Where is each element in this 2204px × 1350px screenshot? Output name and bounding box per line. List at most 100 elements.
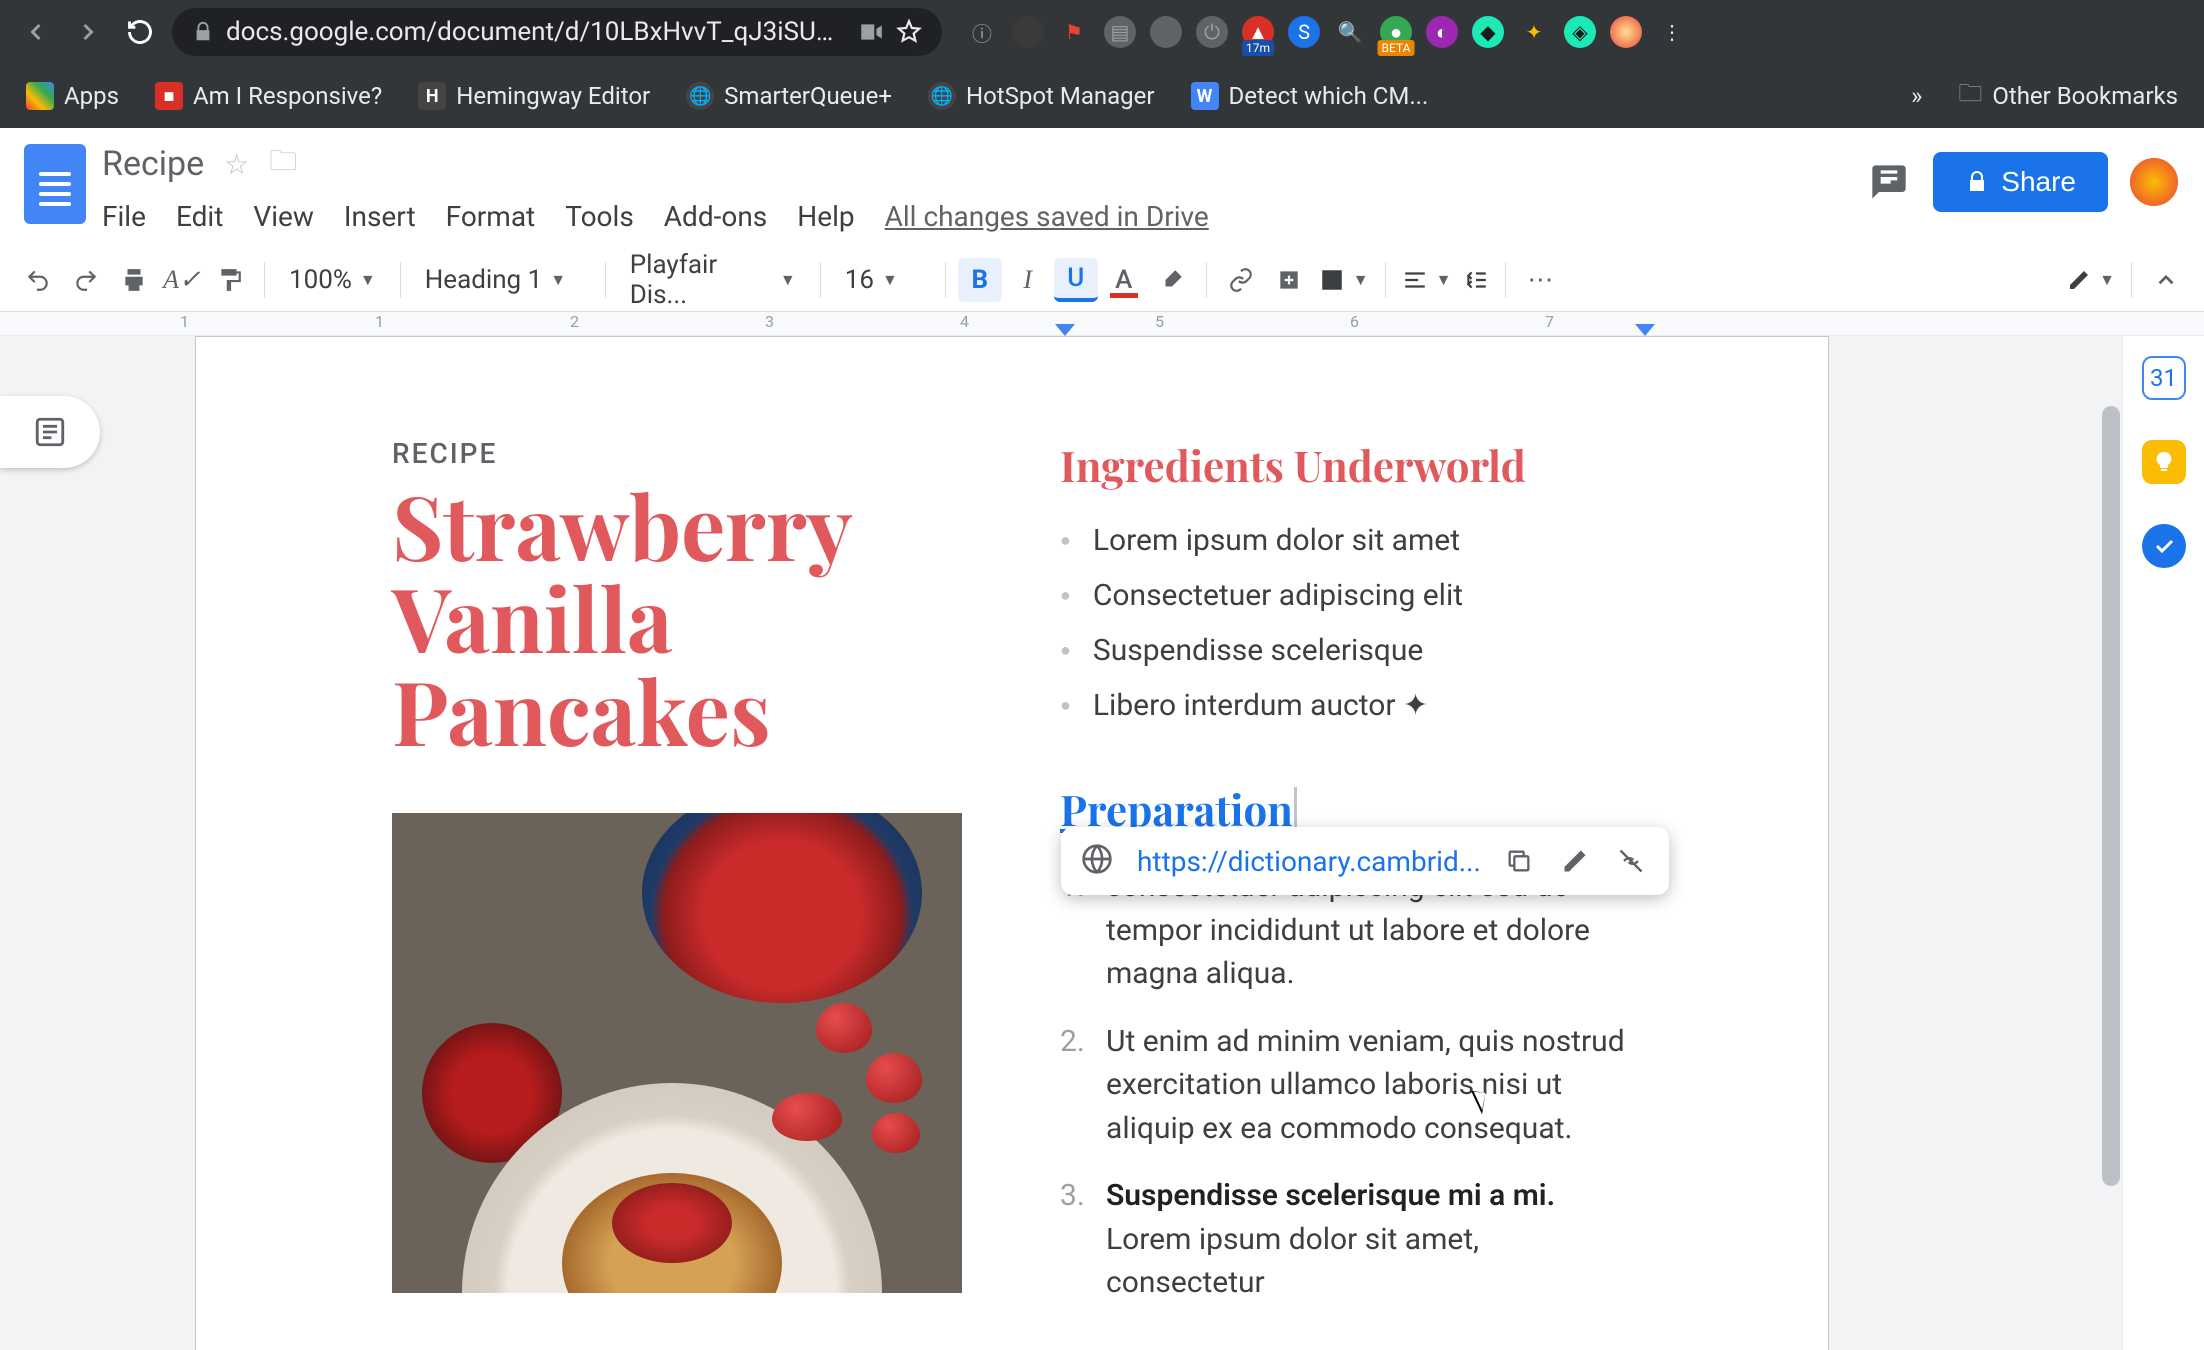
- apps-icon: [26, 82, 54, 110]
- document-area: RECIPE Strawberry Vanilla Pancakes Ingre…: [0, 336, 2204, 1350]
- paint-format-button[interactable]: [208, 258, 252, 302]
- forward-button[interactable]: [68, 12, 108, 52]
- print-button[interactable]: [112, 258, 156, 302]
- menu-edit[interactable]: Edit: [176, 200, 223, 233]
- apps-shortcut[interactable]: Apps: [16, 76, 129, 116]
- right-indent-marker[interactable]: [1635, 324, 1655, 336]
- bookmark-item-5[interactable]: WDetect which CM...: [1181, 76, 1439, 116]
- bookmark-item-4[interactable]: 🌐HotSpot Manager: [918, 76, 1165, 116]
- share-button[interactable]: Share: [1933, 152, 2108, 212]
- nav-row: docs.google.com/document/d/10LBxHvvT_qJ3…: [0, 0, 2204, 64]
- italic-button[interactable]: I: [1006, 258, 1050, 302]
- ext-icon-8[interactable]: S: [1288, 16, 1320, 48]
- zoom-dropdown[interactable]: 100%▼: [277, 258, 388, 302]
- calendar-icon[interactable]: 31: [2142, 356, 2186, 400]
- bookmark-item-2[interactable]: HHemingway Editor: [408, 76, 660, 116]
- undo-button[interactable]: [16, 258, 60, 302]
- indent-marker[interactable]: [1055, 324, 1075, 336]
- ext-icon-12[interactable]: ◆: [1472, 16, 1504, 48]
- list-item: Consectetuer adipiscing elit: [1060, 568, 1638, 623]
- account-avatar[interactable]: [2128, 156, 2180, 208]
- docs-logo-icon[interactable]: [24, 144, 86, 224]
- more-button[interactable]: ⋯: [1518, 258, 1562, 302]
- star-document-icon[interactable]: ☆: [224, 148, 249, 181]
- font-dropdown[interactable]: Playfair Dis...▼: [618, 258, 808, 302]
- outline-toggle[interactable]: [0, 396, 100, 468]
- recipe-image[interactable]: [392, 813, 962, 1293]
- spellcheck-button[interactable]: A✓: [160, 258, 204, 302]
- redo-button[interactable]: [64, 258, 108, 302]
- ext-icon-10[interactable]: ●BETA: [1380, 16, 1412, 48]
- ruler[interactable]: 1 1 2 3 4 5 6 7: [0, 312, 2204, 336]
- browser-chrome: docs.google.com/document/d/10LBxHvvT_qJ3…: [0, 0, 2204, 128]
- copy-link-icon[interactable]: [1501, 843, 1537, 879]
- document-page[interactable]: RECIPE Strawberry Vanilla Pancakes Ingre…: [195, 336, 1829, 1350]
- collapse-toolbar-button[interactable]: [2144, 258, 2188, 302]
- ext-icon-4[interactable]: ▤: [1104, 16, 1136, 48]
- ext-badge-17m: 17m: [1242, 40, 1274, 56]
- reload-button[interactable]: [120, 12, 160, 52]
- linespacing-button[interactable]: [1459, 258, 1493, 302]
- editing-mode-button[interactable]: ▼: [2063, 258, 2119, 302]
- menu-insert[interactable]: Insert: [344, 200, 416, 233]
- bookmark-icon-2: H: [418, 82, 446, 110]
- ext-icon-11[interactable]: ◐: [1426, 16, 1458, 48]
- align-button[interactable]: ▼: [1398, 258, 1456, 302]
- unlink-icon[interactable]: [1613, 843, 1649, 879]
- bold-button[interactable]: B: [958, 258, 1002, 302]
- highlight-button[interactable]: [1150, 258, 1194, 302]
- bookmark-overflow[interactable]: »: [1901, 76, 1932, 116]
- image-button[interactable]: ▼: [1315, 258, 1373, 302]
- comments-icon[interactable]: [1865, 158, 1913, 206]
- other-bookmarks[interactable]: 🗀Other Bookmarks: [1948, 70, 2188, 123]
- ingredients-heading: Ingredients Underworld: [1060, 437, 1638, 493]
- tasks-icon[interactable]: [2142, 524, 2186, 568]
- url-bar[interactable]: docs.google.com/document/d/10LBxHvvT_qJ3…: [172, 8, 942, 56]
- header-right: Share: [1865, 152, 2180, 212]
- bookmark-icon-4: 🌐: [928, 82, 956, 110]
- menu-file[interactable]: File: [102, 200, 146, 233]
- ext-search-icon[interactable]: 🔍: [1334, 16, 1366, 48]
- browser-menu-icon[interactable]: ⋮: [1656, 16, 1688, 48]
- ext-info-icon[interactable]: ⓘ: [966, 16, 998, 48]
- link-url[interactable]: https://dictionary.cambrid...: [1137, 845, 1481, 878]
- link-button[interactable]: [1219, 258, 1263, 302]
- style-dropdown[interactable]: Heading 1▼: [413, 258, 593, 302]
- ext-flag-icon[interactable]: ⚑: [1058, 16, 1090, 48]
- left-column: RECIPE Strawberry Vanilla Pancakes: [392, 437, 962, 1329]
- video-icon[interactable]: [858, 19, 884, 45]
- lock-icon: [1965, 170, 1989, 194]
- scrollbar[interactable]: [2102, 406, 2120, 1186]
- ext-icon-5[interactable]: [1150, 16, 1182, 48]
- menu-format[interactable]: Format: [446, 200, 536, 233]
- document-title[interactable]: Recipe: [102, 144, 204, 184]
- menu-tools[interactable]: Tools: [565, 200, 634, 233]
- menu-view[interactable]: View: [253, 200, 314, 233]
- recipe-eyebrow: RECIPE: [392, 437, 962, 470]
- ext-power-icon[interactable]: ⏻: [1196, 16, 1228, 48]
- profile-avatar-icon[interactable]: [1610, 16, 1642, 48]
- bookmark-icon-5: W: [1191, 82, 1219, 110]
- ext-icon-2[interactable]: [1012, 16, 1044, 48]
- list-item: Suspendisse scelerisque: [1060, 623, 1638, 678]
- edit-link-icon[interactable]: [1557, 843, 1593, 879]
- chevron-down-icon: ▼: [1353, 270, 1369, 290]
- ext-icon-7[interactable]: ▲17m: [1242, 16, 1274, 48]
- bookmark-item-1[interactable]: ■Am I Responsive?: [145, 76, 392, 116]
- extension-icons: ⓘ ⚑ ▤ ⏻ ▲17m S 🔍 ●BETA ◐ ◆ ✦ ◈ ⋮: [966, 16, 2188, 48]
- star-icon[interactable]: [896, 19, 922, 45]
- menu-help[interactable]: Help: [797, 200, 854, 233]
- underline-button[interactable]: U: [1054, 258, 1098, 302]
- fontsize-dropdown[interactable]: 16▼: [833, 258, 933, 302]
- text-color-button[interactable]: A: [1102, 258, 1146, 302]
- back-button[interactable]: [16, 12, 56, 52]
- menu-addons[interactable]: Add-ons: [664, 200, 767, 233]
- save-status[interactable]: All changes saved in Drive: [885, 200, 1209, 233]
- keep-icon[interactable]: [2142, 440, 2186, 484]
- ext-icon-13[interactable]: ✦: [1518, 16, 1550, 48]
- move-document-icon[interactable]: 🗀: [269, 140, 297, 188]
- bookmark-item-3[interactable]: 🌐SmarterQueue+: [676, 76, 902, 116]
- comment-button[interactable]: [1267, 258, 1311, 302]
- menu-bar: File Edit View Insert Format Tools Add-o…: [102, 192, 1849, 240]
- ext-icon-14[interactable]: ◈: [1564, 16, 1596, 48]
